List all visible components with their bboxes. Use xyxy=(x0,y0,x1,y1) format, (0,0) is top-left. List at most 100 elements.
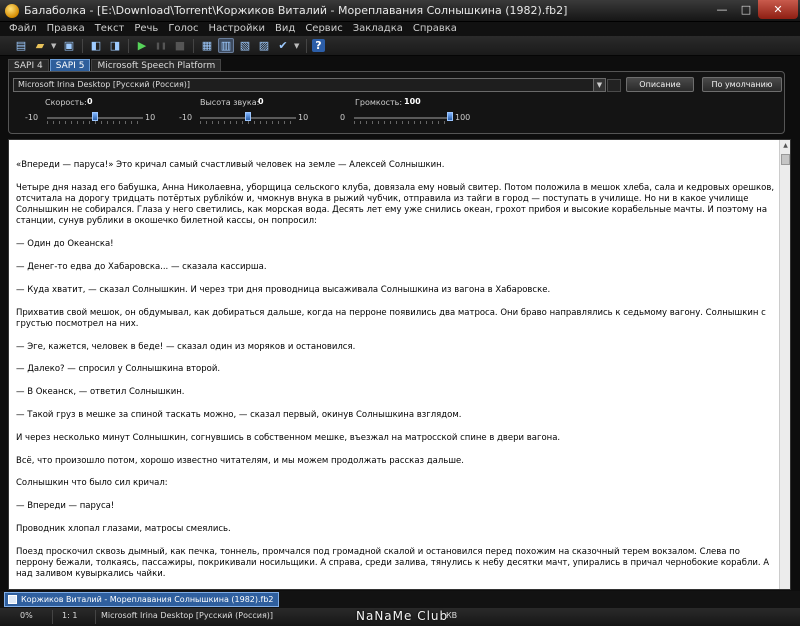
slider-ticks xyxy=(200,121,296,124)
text-paragraph: «Впереди — паруса!» Это кричал самый сча… xyxy=(16,160,445,170)
status-position: 1: 1 xyxy=(62,611,78,620)
scroll-thumb[interactable] xyxy=(781,154,790,165)
voice-select-value: Microsoft Irina Desktop [Русский (Россия… xyxy=(18,80,191,89)
open-dropdown-icon[interactable]: ▼ xyxy=(51,42,58,50)
status-progress: 0% xyxy=(20,611,33,620)
pitch-value: 0 xyxy=(258,97,264,106)
slider-thumb[interactable] xyxy=(92,112,98,121)
text-paragraph: — В Океанск, — ответил Солнышкин. xyxy=(16,387,185,398)
text-paragraph: Солнышкин что было сил кричал: xyxy=(16,478,168,489)
pitch-max: 10 xyxy=(298,113,309,122)
speed-slider[interactable] xyxy=(47,112,143,124)
status-separator xyxy=(95,610,96,624)
text-paragraph: — Впереди — паруса! xyxy=(16,501,115,512)
text-paragraph: — Куда хватит, — сказал Солнышкин. И чер… xyxy=(16,284,551,295)
slider-ticks xyxy=(47,121,143,124)
menu-settings[interactable]: Настройки xyxy=(204,22,270,36)
app-logo-icon[interactable] xyxy=(5,4,19,18)
close-button[interactable]: ✕ xyxy=(758,0,798,19)
text-editor[interactable]: «Впереди — паруса!» Это кричал самый сча… xyxy=(8,139,791,590)
volume-value: 100 xyxy=(404,97,421,106)
text-paragraph: — Эге, кажется, человек в беде! — сказал… xyxy=(16,341,356,352)
menu-bookmark[interactable]: Закладка xyxy=(348,22,408,36)
status-size: КВ xyxy=(446,611,458,620)
vertical-scrollbar[interactable]: ▲ xyxy=(779,140,790,589)
export-icon[interactable]: ◨ xyxy=(107,38,123,53)
toolbar-separator xyxy=(193,38,194,53)
toolbar-separator xyxy=(82,38,83,53)
voice-extra-button[interactable] xyxy=(607,79,621,92)
document-tab[interactable]: Коржиков Виталий - Мореплавания Солнышки… xyxy=(4,592,279,607)
text-paragraph: И через несколько минут Солнышкин, согну… xyxy=(16,432,561,443)
text-paragraph: Поезд проскочил сквозь дымный, как печка… xyxy=(16,546,770,580)
pitch-slider[interactable] xyxy=(200,112,296,124)
default-button[interactable]: По умолчанию xyxy=(702,77,782,92)
text-paragraph: — Далеко? — спросил у Солнышкина второй. xyxy=(16,364,221,375)
speed-min: -10 xyxy=(25,113,39,122)
text-paragraph: Четыре дня назад его бабушка, Анна Никол… xyxy=(16,182,775,227)
menu-text[interactable]: Текст xyxy=(90,22,130,36)
document-tab-bar: Коржиков Виталий - Мореплавания Солнышки… xyxy=(0,591,800,608)
voice-select[interactable]: Microsoft Irina Desktop [Русский (Россия… xyxy=(13,78,606,92)
volume-max: 100 xyxy=(455,113,471,122)
chevron-down-icon[interactable]: ▼ xyxy=(593,79,605,91)
voice-panel: Microsoft Irina Desktop [Русский (Россия… xyxy=(8,71,785,134)
file-split-icon[interactable]: ▧ xyxy=(237,38,253,53)
open-folder-icon[interactable]: ▰ xyxy=(32,38,48,53)
text-paragraph: — Денег-то едва до Хабаровска... — сказа… xyxy=(16,262,267,272)
maximize-button[interactable]: □ xyxy=(734,0,758,19)
menu-view[interactable]: Вид xyxy=(270,22,300,36)
text-paragraph: — Такой груз в мешке за спиной таскать м… xyxy=(16,409,462,420)
slider-track xyxy=(354,117,450,119)
speed-value: 0 xyxy=(87,97,93,106)
batch-convert-icon[interactable]: ▨ xyxy=(256,38,272,53)
text-paragraph: — Один до Океанска! xyxy=(16,239,114,250)
view-text-icon[interactable]: ▥ xyxy=(218,38,234,53)
stop-icon[interactable]: ■ xyxy=(172,38,188,53)
status-voice: Microsoft Irina Desktop [Русский (Россия… xyxy=(101,611,274,620)
save-audio-icon[interactable]: ◧ xyxy=(88,38,104,53)
tab-speech-platform[interactable]: Microsoft Speech Platform xyxy=(91,59,222,71)
pitch-min: -10 xyxy=(179,113,193,122)
scroll-up-icon[interactable]: ▲ xyxy=(781,141,790,150)
text-paragraph: Всё, что произошло потом, хорошо известн… xyxy=(16,455,464,466)
slider-ticks xyxy=(354,121,450,124)
tab-sapi4[interactable]: SAPI 4 xyxy=(8,59,49,71)
text-paragraph: Проводник хлопал глазами, матросы смеяли… xyxy=(16,523,231,534)
volume-min: 0 xyxy=(340,113,346,122)
read-clipboard-icon[interactable]: ▦ xyxy=(199,38,215,53)
minimize-button[interactable]: — xyxy=(710,0,734,19)
play-icon[interactable]: ▶ xyxy=(134,38,150,53)
text-content[interactable]: «Впереди — паруса!» Это кричал самый сча… xyxy=(16,160,778,589)
slider-thumb[interactable] xyxy=(447,112,453,121)
speed-label: Скорость: xyxy=(45,98,87,107)
volume-slider[interactable] xyxy=(354,112,453,124)
status-bar: 0% 1: 1 Microsoft Irina Desktop [Русский… xyxy=(0,608,800,626)
spell-dropdown-icon[interactable]: ▼ xyxy=(294,42,301,50)
slider-thumb[interactable] xyxy=(245,112,251,121)
speed-max: 10 xyxy=(145,113,156,122)
title-bar: Балаболка - [E:\Download\Torrent\Коржико… xyxy=(0,0,800,22)
document-tab-label: Коржиков Виталий - Мореплавания Солнышки… xyxy=(21,595,274,604)
help-icon[interactable]: ? xyxy=(312,39,325,52)
spell-check-icon[interactable]: ✔ xyxy=(275,38,291,53)
menu-voice[interactable]: Голос xyxy=(163,22,203,36)
watermark-logo: NaNaMe Club xyxy=(356,609,449,623)
menu-tools[interactable]: Сервис xyxy=(300,22,347,36)
menu-edit[interactable]: Правка xyxy=(42,22,90,36)
toolbar-separator xyxy=(128,38,129,53)
menu-file[interactable]: Файл xyxy=(4,22,42,36)
menu-bar: Файл Правка Текст Речь Голос Настройки В… xyxy=(0,22,800,36)
window-title: Балаболка - [E:\Download\Torrent\Коржико… xyxy=(24,4,568,17)
pause-icon[interactable]: ❚❚ xyxy=(153,38,169,53)
tab-sapi5[interactable]: SAPI 5 xyxy=(49,59,91,71)
toolbar: ▤ ▰ ▼ ▣ ◧ ◨ ▶ ❚❚ ■ ▦ ▥ ▧ ▨ ✔ ▼ ? xyxy=(0,36,800,56)
sapi-tabs: SAPI 4 SAPI 5 Microsoft Speech Platform xyxy=(8,59,222,71)
save-icon[interactable]: ▣ xyxy=(61,38,77,53)
menu-speech[interactable]: Речь xyxy=(129,22,163,36)
status-separator xyxy=(52,610,53,624)
description-button[interactable]: Описание xyxy=(626,77,694,92)
new-document-icon[interactable]: ▤ xyxy=(13,38,29,53)
window-controls: — □ ✕ xyxy=(710,0,798,20)
menu-help[interactable]: Справка xyxy=(408,22,462,36)
